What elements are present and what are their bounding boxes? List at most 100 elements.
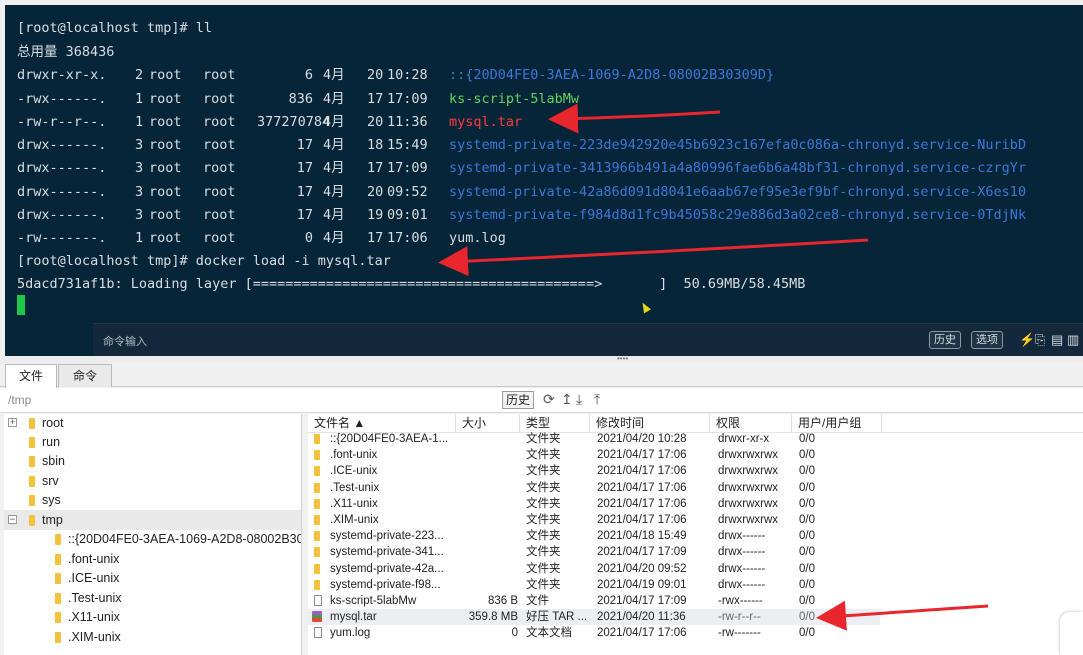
terminal-panel[interactable]: [root@localhost tmp]# ll 总用量 368436 drwxr-… [5,5,1083,356]
tree-item[interactable]: + root [4,414,301,433]
column-header-modified[interactable]: 修改时间 [590,414,710,432]
download-icon[interactable]: ⤓ [576,391,582,407]
tree-item[interactable]: srv [4,471,301,491]
ls-time: 17:09 [387,91,428,107]
file-name: ::{20D04FE0-3AEA-1... [330,433,449,445]
table-row[interactable]: yum.log 0 文本文档 2021/04/17 17:06 -rw------- 0/… [308,625,880,641]
file-permissions: drwx------ [718,562,766,575]
table-row[interactable]: systemd-private-223... 文件夹 2021/04/18 15:4… [308,528,880,544]
ls-owner: root [149,91,182,107]
tree-item[interactable]: .font-unix [4,549,301,569]
ls-filename: mysql.tar [449,114,523,130]
ls-filename: systemd-private-223de942920e45b6923c167e… [449,137,1027,153]
options-button[interactable]: 选项 [971,331,1003,349]
file-modified: 2021/04/19 09:01 [597,578,687,591]
folder-icon [314,450,320,461]
ls-filename: systemd-private-3413966b491a4a80996fae6b… [449,160,1027,176]
ls-size: 17 [296,184,313,200]
column-header-type[interactable]: 类型 [520,414,590,432]
column-header-name[interactable]: 文件名 ▲ [308,414,456,432]
ls-link-count: 1 [135,91,144,107]
terminal-progress-line: 5dacd731af1b: Loading layer [===========… [17,276,806,292]
table-row[interactable]: .font-unix 文件夹 2021/04/17 17:06 drwxrwxrwx 0… [308,447,880,463]
ls-owner: root [149,114,182,130]
path-history-button[interactable]: 历史 [502,391,535,409]
table-row[interactable]: systemd-private-42a... 文件夹 2021/04/20 09:5… [308,561,880,577]
file-permissions: drwxr-xr-x [718,433,770,445]
tree-item-label: srv [42,474,59,488]
copy-icon[interactable]: ⎘ [1035,331,1045,349]
ls-owner: root [149,67,182,83]
file-permissions: -rwx------ [718,595,763,607]
path-bar: /tmp 历史 ⟳ ↥ ⤓ ⤒ [0,388,1083,413]
tree-item[interactable]: run [4,432,301,452]
column-header-owner[interactable]: 用户/用户组 [792,414,882,432]
folder-icon [314,466,320,477]
ls-size: 836 [288,91,313,107]
tree-item[interactable]: sys [4,490,301,510]
column-header-size[interactable]: 大小 [456,414,520,432]
ls-day: 20 [367,184,384,200]
paste-icon[interactable]: ▤ [1051,331,1063,349]
panel-splitter[interactable]: •••• [0,355,1083,363]
path-input[interactable]: /tmp [8,393,31,407]
tree-item-label: .font-unix [68,552,120,566]
table-row[interactable]: .Test-unix 文件夹 2021/04/17 17:06 drwxrwxrwx 0… [308,480,880,496]
ls-time: 09:52 [387,184,428,200]
folder-icon [55,593,61,604]
folder-icon [314,531,320,542]
file-permissions: drwxrwxrwx [718,514,779,526]
file-name: ks-script-5labMw [330,595,417,607]
tab-files[interactable]: 文件 [5,364,57,388]
file-list[interactable]: 文件名 ▲ 大小 类型 修改时间 权限 用户/用户组 ::{20D04FE0-3… [308,414,1083,655]
history-button[interactable]: 历史 [929,331,961,349]
tree-item-label: ::{20D04FE0-3AEA-1069-A2D8-08002B3030 [68,532,302,546]
file-name: .Test-unix [330,481,380,494]
tree-item[interactable]: .X11-unix [4,607,301,627]
directory-tree[interactable]: + root run sbinsrvsys − tmp::{20D04FE0-3AEA-1… [4,414,302,655]
tree-item[interactable]: .XIM-unix [4,627,301,647]
ls-time: 11:36 [387,114,428,130]
tree-item[interactable]: .ICE-unix [4,568,301,588]
file-type: 文件夹 [526,465,561,478]
collapse-icon[interactable]: − [8,515,17,524]
table-row[interactable]: ks-script-5labMw 836 B 文件 2021/04/17 17:09 -… [308,593,880,609]
ls-link-count: 3 [135,207,144,223]
lightning-icon[interactable]: ⚡ [1019,331,1035,349]
file-modified: 2021/04/20 09:52 [597,562,687,575]
file-modified: 2021/04/17 17:06 [597,514,687,526]
file-type: 文件夹 [526,530,561,543]
table-row[interactable]: .XIM-unix 文件夹 2021/04/17 17:06 drwxrwxrwx 0/… [308,512,880,528]
tab-commands[interactable]: 命令 [58,364,112,387]
table-row[interactable]: systemd-private-f98... 文件夹 2021/04/19 09:0… [308,577,880,593]
table-row[interactable]: .X11-unix 文件夹 2021/04/17 17:06 drwxrwxrwx 0/… [308,496,880,512]
ls-month: 4月 [323,67,345,83]
file-size: 0 [511,627,518,640]
ls-time: 15:49 [387,137,428,153]
expand-icon[interactable]: + [8,418,17,427]
tree-item[interactable]: ::{20D04FE0-3AEA-1069-A2D8-08002B3030 [4,529,302,549]
column-header-permissions[interactable]: 权限 [710,414,792,432]
table-row[interactable]: systemd-private-341... 文件夹 2021/04/17 17:0… [308,544,880,560]
splitter-grip-icon[interactable]: •••• [617,355,628,363]
ls-group: root [203,184,236,200]
refresh-icon[interactable]: ⟳ [543,391,555,407]
table-row[interactable]: ::{20D04FE0-3AEA-1... 文件夹 2021/04/20 10:28… [308,431,880,447]
tree-item[interactable]: − tmp [4,510,301,530]
file-name: .font-unix [330,449,378,462]
upload-icon[interactable]: ⤒ [594,391,600,407]
ls-link-count: 3 [135,160,144,176]
file-owner: 0/0 [799,578,815,591]
command-input-bar[interactable]: 命令输入 历史 选项 ⚡ ⎘ ▤ ▥ [93,323,1083,356]
file-owner: 0/0 [799,497,815,510]
ls-month: 4月 [323,137,345,153]
clipboard-icon[interactable]: ▥ [1067,331,1079,349]
table-row[interactable]: .ICE-unix 文件夹 2021/04/17 17:06 drwxrwxrwx 0/… [308,463,880,479]
tree-item[interactable]: sbin [4,451,301,471]
file-type: 文件夹 [526,449,561,462]
ls-filename: ks-script-5labMw [449,91,580,107]
tree-item[interactable]: .Test-unix [4,588,301,608]
up-directory-icon[interactable]: ↥ [561,391,573,407]
table-row[interactable]: mysql.tar 359.8 MB 好压 TAR ... 2021/04/20 11… [308,609,880,626]
ls-link-count: 2 [135,67,144,83]
